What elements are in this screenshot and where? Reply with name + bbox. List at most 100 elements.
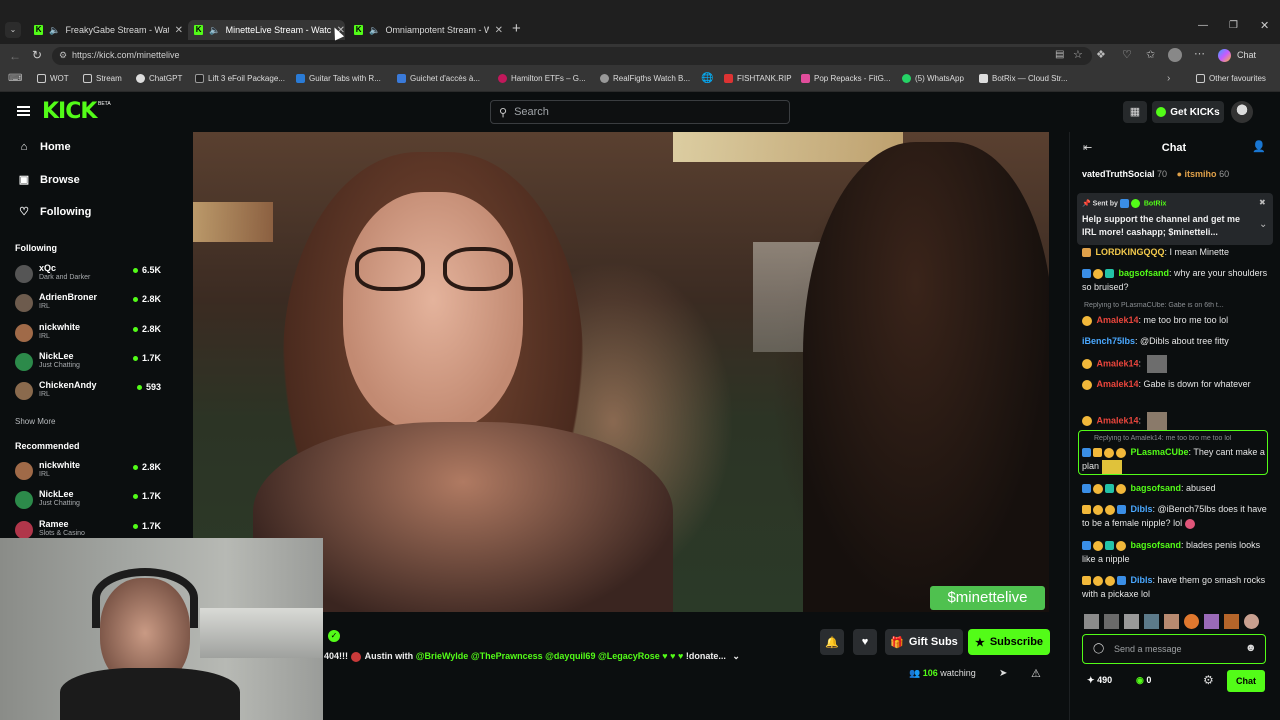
reload-icon[interactable]: ↻ [32, 48, 42, 62]
mention-link[interactable]: @ThePrawncess [471, 651, 543, 661]
channel-nickwhite[interactable]: nickwhite IRL 2.8K [15, 322, 167, 348]
chat-username[interactable]: Amalek14 [1097, 358, 1139, 368]
chat-username[interactable]: Amalek14 [1097, 415, 1139, 425]
reading-view-icon[interactable]: ▤ [1055, 49, 1064, 60]
copilot-icon[interactable] [1218, 49, 1231, 62]
tab-list-icon[interactable]: ⌄ [5, 22, 21, 38]
globe-icon[interactable]: 🌐 [701, 73, 713, 84]
share-icon[interactable]: ➤ [999, 668, 1007, 679]
favorite-star-icon[interactable]: ☆ [1073, 48, 1083, 61]
chat-input[interactable]: ◯ Send a message ☻ [1082, 634, 1266, 664]
show-more-link[interactable]: Show More [15, 417, 55, 426]
site-info-icon[interactable]: ⚙ [59, 50, 67, 61]
get-kicks-button[interactable]: Get KICKs [1152, 101, 1224, 123]
new-tab-button[interactable]: + [512, 20, 521, 37]
emote-image[interactable] [1204, 614, 1219, 629]
chevron-down-icon[interactable]: ⌄ [732, 651, 740, 661]
window-restore-icon[interactable]: ❐ [1229, 20, 1238, 31]
bookmark-whatsapp[interactable]: (5) WhatsApp [902, 74, 964, 83]
emote-image[interactable] [1144, 614, 1159, 629]
nav-home[interactable]: ⌂ Home [18, 141, 71, 153]
chat-username[interactable]: Amalek14 [1097, 379, 1139, 389]
bookmark-wot[interactable]: WOT [37, 74, 69, 83]
nav-following[interactable]: ♡ Following [18, 205, 91, 219]
favorites-icon[interactable]: ✩ [1146, 48, 1155, 61]
bookmark-hamilton[interactable]: Hamilton ETFs – G... [498, 74, 586, 83]
user-avatar[interactable] [1231, 101, 1253, 123]
extensions-icon[interactable]: ❖ [1096, 48, 1106, 61]
bookmark-pop-repacks[interactable]: Pop Repacks - FitG... [801, 74, 890, 83]
gifter-name[interactable]: itsmiho [1185, 169, 1217, 179]
layout-toggle-button[interactable]: ▦ [1123, 101, 1147, 123]
unpin-icon[interactable]: ✖ [1259, 198, 1266, 207]
window-minimize-icon[interactable]: — [1198, 20, 1208, 31]
pinned-message[interactable]: 📌 Sent by BotRix ✖ Help support the chan… [1077, 193, 1273, 245]
more-options-icon[interactable]: ⋯ [1194, 47, 1205, 60]
channel-adrienbroner[interactable]: AdrienBroner IRL 2.8K [15, 292, 167, 318]
chat-settings-gear-icon[interactable]: ⚙ [1203, 673, 1214, 687]
notifications-button[interactable]: 🔔 [820, 629, 844, 655]
tab-freakygabe[interactable]: K 🔈 FreakyGabe Stream - Watch L ✕ [28, 20, 183, 40]
emote-image[interactable] [1224, 614, 1239, 629]
bookmark-chatgpt[interactable]: ChatGPT [136, 74, 182, 83]
bookmark-botrix[interactable]: BotRix — Cloud Str... [979, 74, 1068, 83]
emote-image[interactable] [1104, 614, 1119, 629]
chat-username[interactable]: PLasmaCUbe [1131, 447, 1189, 457]
bookmark-guitar-tabs[interactable]: Guitar Tabs with R... [296, 74, 381, 83]
emote-image[interactable] [1244, 614, 1259, 629]
follow-button[interactable]: ♥ [853, 629, 877, 655]
channel-nicklee-recommended[interactable]: NickLee Just Chatting 1.7K [15, 489, 167, 515]
chat-username[interactable]: LORDKINGQQQ [1096, 247, 1165, 257]
gift-subs-button[interactable]: 🎁 Gift Subs [885, 629, 963, 655]
channel-chickenandy[interactable]: ChickenAndy IRL 593 [15, 380, 167, 406]
gamepad-icon[interactable]: ⌨ [8, 73, 22, 84]
subscribe-button[interactable]: ★ Subscribe [968, 629, 1050, 655]
nav-browse[interactable]: ▣ Browse [18, 173, 80, 187]
chat-username[interactable]: bagsofsand [1131, 540, 1182, 550]
bookmark-realfights[interactable]: RealFigths Watch B... [600, 74, 690, 83]
expand-chevron-icon[interactable]: ⌄ [1259, 219, 1267, 230]
chat-users-icon[interactable]: 👤 [1252, 140, 1266, 153]
bookmark-fishtank[interactable]: FISHTANK.RIP [724, 74, 792, 83]
mention-link[interactable]: @LegacyRose [598, 651, 660, 661]
chat-username[interactable]: iBench75lbs [1082, 336, 1135, 346]
url-bar[interactable]: ⚙ https://kick.com/minettelive ▤ ☆ [52, 47, 1092, 65]
back-icon[interactable]: ← [9, 49, 21, 63]
mention-link[interactable]: @BrieWylde [416, 651, 469, 661]
chat-username[interactable]: Amalek14 [1097, 315, 1139, 325]
channel-nicklee[interactable]: NickLee Just Chatting 1.7K [15, 351, 167, 377]
mention-link[interactable]: @dayquil69 [545, 651, 595, 661]
other-favourites[interactable]: Other favourites [1196, 74, 1266, 83]
bookmark-stream[interactable]: Stream [83, 74, 122, 83]
emote-image[interactable] [1164, 614, 1179, 629]
tab-omniampotent[interactable]: K 🔈 Omniampotent Stream - Watc ✕ [348, 20, 503, 40]
emote-image[interactable] [1184, 614, 1199, 629]
profile-avatar[interactable] [1168, 48, 1182, 62]
tab-close-icon[interactable]: ✕ [175, 25, 183, 36]
kicks-balance[interactable]: ◉ 0 [1136, 675, 1151, 686]
tab-minettelive[interactable]: K 🔈 MinetteLive Stream - Watch L ✕ [188, 20, 345, 40]
chat-username[interactable]: bagsofsand [1119, 268, 1170, 278]
copilot-chat-label[interactable]: Chat [1237, 50, 1256, 60]
hamburger-menu-icon[interactable] [17, 106, 30, 116]
window-close-icon[interactable]: ✕ [1260, 19, 1269, 32]
emoji-picker-icon[interactable]: ☻ [1245, 642, 1257, 654]
chat-mode-icon[interactable]: ◯ [1093, 643, 1104, 654]
search-input[interactable]: ⚲ Search [490, 100, 790, 124]
channel-points[interactable]: ✦ 490 [1087, 675, 1112, 686]
chevron-right-icon[interactable]: › [1167, 73, 1170, 84]
chat-username[interactable]: Dibls [1131, 575, 1153, 585]
bookmark-guichet[interactable]: Guichet d'accès à... [397, 74, 480, 83]
kick-logo[interactable]: KICK [42, 99, 97, 124]
emote-image[interactable] [1124, 614, 1139, 629]
bookmark-lift[interactable]: Lift 3 eFoil Package... [195, 74, 285, 83]
tab-close-icon[interactable]: ✕ [495, 25, 503, 36]
channel-nickwhite-recommended[interactable]: nickwhite IRL 2.8K [15, 460, 167, 486]
browser-essentials-icon[interactable]: ♡ [1122, 48, 1132, 61]
channel-xqc[interactable]: xQc Dark and Darker 6.5K [15, 263, 167, 289]
report-warning-icon[interactable]: ⚠ [1031, 667, 1041, 680]
gifter-name[interactable]: vatedTruthSocial [1082, 169, 1155, 179]
chat-username[interactable]: bagsofsand [1131, 483, 1182, 493]
emote-image[interactable] [1084, 614, 1099, 629]
chat-username[interactable]: Dibls [1131, 504, 1153, 514]
